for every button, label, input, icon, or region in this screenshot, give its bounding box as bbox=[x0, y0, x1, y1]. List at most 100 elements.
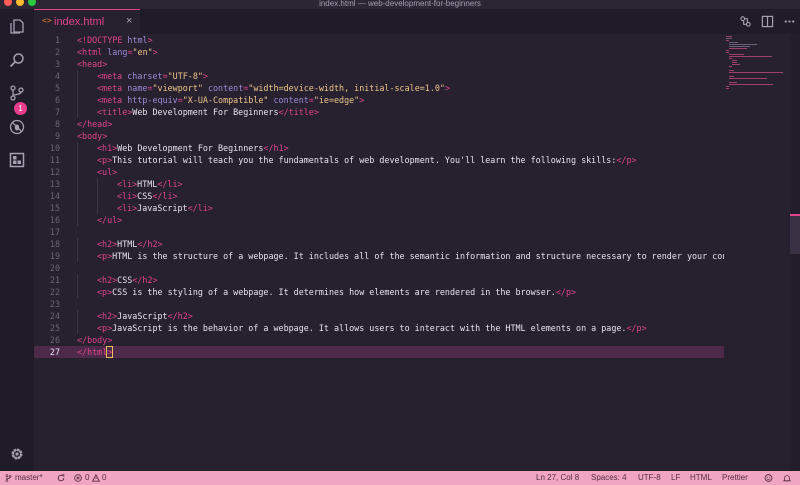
tab-close-icon[interactable]: × bbox=[126, 15, 132, 27]
indent-guide bbox=[77, 106, 78, 118]
minimap-line bbox=[729, 48, 747, 49]
extensions-icon[interactable] bbox=[9, 152, 25, 168]
line-number: 8 bbox=[34, 118, 60, 130]
indent-guide bbox=[77, 202, 78, 214]
cursor-position[interactable]: Ln 27, Col 8 bbox=[536, 471, 579, 485]
code-text: <!DOCTYPE html> bbox=[77, 34, 153, 46]
warning-icon[interactable] bbox=[92, 474, 100, 482]
code-line[interactable]: 13<li>HTML</li> bbox=[34, 178, 724, 190]
notifications-bell-icon[interactable] bbox=[783, 474, 791, 482]
code-line[interactable]: 25<p>JavaScript is the behavior of a web… bbox=[34, 322, 724, 334]
code-line[interactable]: 7<title>Web Development For Beginners</t… bbox=[34, 106, 724, 118]
vertical-scrollbar[interactable] bbox=[790, 34, 800, 471]
code-line[interactable]: 9<body> bbox=[34, 130, 724, 142]
minimap[interactable] bbox=[724, 34, 790, 471]
code-line[interactable]: 14<li>CSS</li> bbox=[34, 190, 724, 202]
minimap-line bbox=[726, 52, 729, 53]
code-line[interactable]: 16</ul> bbox=[34, 214, 724, 226]
code-text: </head> bbox=[77, 118, 112, 130]
code-line[interactable]: 26</body> bbox=[34, 334, 724, 346]
code-line[interactable]: 19<p>HTML is the structure of a webpage.… bbox=[34, 250, 724, 262]
more-actions-icon[interactable] bbox=[783, 15, 796, 28]
source-control-icon[interactable] bbox=[9, 85, 25, 101]
end-of-line[interactable]: LF bbox=[671, 471, 680, 485]
language-mode[interactable]: HTML bbox=[690, 471, 712, 485]
code-line[interactable]: 1 <!DOCTYPE html> bbox=[34, 34, 724, 46]
feedback-icon[interactable] bbox=[764, 474, 773, 482]
code-editor[interactable]: 1 <!DOCTYPE html>2<html lang="en">3<head>… bbox=[34, 34, 724, 471]
code-line[interactable]: 18<h2>HTML</h2> bbox=[34, 238, 724, 250]
debug-icon[interactable] bbox=[9, 119, 25, 135]
warning-count[interactable]: 0 bbox=[102, 471, 106, 485]
error-count[interactable]: 0 bbox=[85, 471, 89, 485]
code-line[interactable]: 6<meta http-equiv="X-UA-Compatible" cont… bbox=[34, 94, 724, 106]
code-line[interactable]: 23 bbox=[34, 298, 724, 310]
line-number: 24 bbox=[34, 310, 60, 322]
split-editor-icon[interactable] bbox=[761, 15, 774, 28]
search-icon[interactable] bbox=[9, 52, 25, 68]
minimap-line bbox=[729, 84, 773, 85]
indent-guide bbox=[77, 178, 78, 190]
indent-guide bbox=[77, 82, 78, 94]
code-line[interactable]: 3<head> bbox=[34, 58, 724, 70]
settings-gear-icon[interactable] bbox=[9, 446, 25, 462]
window-title: index.html — web-development-for-beginne… bbox=[0, 0, 800, 8]
code-text: </body> bbox=[77, 334, 112, 346]
code-line[interactable]: 5<meta name="viewport" content="width=de… bbox=[34, 82, 724, 94]
code-line[interactable]: 4<meta charset="UTF-8"> bbox=[34, 70, 724, 82]
indent-guide bbox=[77, 310, 78, 322]
sync-icon[interactable] bbox=[57, 474, 65, 482]
code-line[interactable]: 2<html lang="en"> bbox=[34, 46, 724, 58]
line-number: 27 bbox=[34, 346, 60, 358]
code-line[interactable]: 15 <li>JavaScript</li> bbox=[34, 202, 724, 214]
code-line[interactable]: 22<p>CSS is the styling of a webpage. It… bbox=[34, 286, 724, 298]
indent-guide bbox=[97, 202, 98, 214]
code-text: <meta charset="UTF-8"> bbox=[97, 70, 208, 82]
minimap-line bbox=[726, 36, 732, 37]
minimap-line bbox=[729, 56, 772, 57]
minimap-line bbox=[732, 60, 737, 61]
indent-guide bbox=[77, 166, 78, 178]
indent-guide bbox=[77, 286, 78, 298]
code-line[interactable]: 27</html> bbox=[34, 346, 724, 358]
minimap-line bbox=[732, 62, 737, 63]
formatter[interactable]: Prettier bbox=[722, 471, 748, 485]
code-line[interactable]: 12<ul> bbox=[34, 166, 724, 178]
minimap-line bbox=[729, 66, 732, 67]
line-number: 1 bbox=[34, 34, 60, 46]
code-line[interactable]: 21 <h2>CSS</h2> bbox=[34, 274, 724, 286]
scrollbar-thumb[interactable] bbox=[790, 214, 800, 254]
open-changes-icon[interactable] bbox=[739, 15, 752, 28]
explorer-icon[interactable] bbox=[9, 18, 25, 34]
tab-index-html[interactable]: <> index.html × bbox=[34, 9, 140, 34]
indent-guide bbox=[77, 214, 78, 226]
line-number: 15 bbox=[34, 202, 60, 214]
code-line[interactable]: 20 bbox=[34, 262, 724, 274]
minimap-line bbox=[729, 82, 737, 83]
line-number: 13 bbox=[34, 178, 60, 190]
file-encoding[interactable]: UTF-8 bbox=[638, 471, 661, 485]
code-text: <li>JavaScript</li> bbox=[117, 202, 213, 214]
indentation-setting[interactable]: Spaces: 4 bbox=[591, 471, 627, 485]
code-text: <html lang="en"> bbox=[77, 46, 158, 58]
branch-name[interactable]: master* bbox=[15, 471, 43, 485]
code-line[interactable]: 17 bbox=[34, 226, 724, 238]
line-number: 21 bbox=[34, 274, 60, 286]
indent-guide bbox=[77, 70, 78, 82]
minimap-line bbox=[726, 38, 732, 39]
code-line[interactable]: 8 </head> bbox=[34, 118, 724, 130]
code-text: <meta http-equiv="X-UA-Compatible" conte… bbox=[97, 94, 364, 106]
error-icon[interactable] bbox=[74, 474, 82, 482]
code-line[interactable]: 24<h2>JavaScript</h2> bbox=[34, 310, 724, 322]
line-number: 18 bbox=[34, 238, 60, 250]
indent-guide bbox=[77, 154, 78, 166]
code-line[interactable]: 11<p>This tutorial will teach you the fu… bbox=[34, 154, 724, 166]
code-line[interactable]: 10<h1>Web Development For Beginners</h1> bbox=[34, 142, 724, 154]
line-number: 19 bbox=[34, 250, 60, 262]
line-number: 9 bbox=[34, 130, 60, 142]
code-text: <h2>CSS</h2> bbox=[97, 274, 158, 286]
tab-bar: <> index.html × bbox=[34, 9, 800, 34]
minimap-line bbox=[729, 58, 732, 59]
line-number: 20 bbox=[34, 262, 60, 274]
minimap-line bbox=[726, 40, 729, 41]
